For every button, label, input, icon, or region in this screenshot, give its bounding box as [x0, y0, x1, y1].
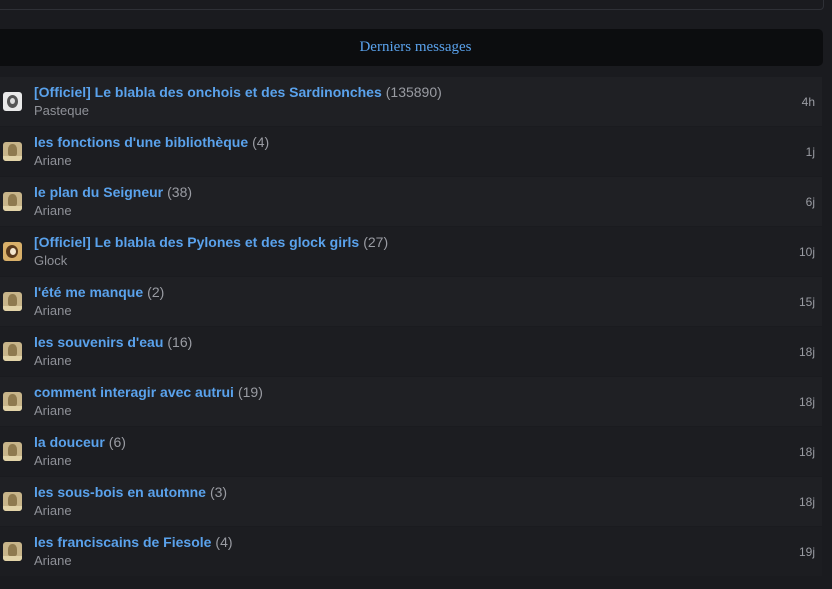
author-name[interactable]: Pasteque	[34, 103, 89, 118]
title-line: l'été me manque (2)	[34, 284, 164, 300]
topic-link[interactable]: les fonctions d'une bibliothèque	[34, 134, 248, 150]
author-name[interactable]: Ariane	[34, 353, 72, 368]
time-ago: 6j	[805, 195, 815, 209]
title-line: le plan du Seigneur (38)	[34, 184, 192, 200]
title-line: les fonctions d'une bibliothèque (4)	[34, 134, 269, 150]
time-ago: 18j	[798, 395, 815, 409]
topic-link[interactable]: comment interagir avec autrui	[34, 384, 234, 400]
message-count: (6)	[108, 434, 126, 450]
list-item: la douceur (6) Ariane 18j	[0, 427, 822, 476]
author-name[interactable]: Ariane	[34, 403, 72, 418]
avatar[interactable]	[3, 342, 22, 361]
list-item: les souvenirs d'eau (16) Ariane 18j	[0, 327, 822, 376]
author-name[interactable]: Ariane	[34, 153, 72, 168]
message-count: (38)	[167, 184, 193, 200]
message-count: (135890)	[385, 84, 442, 100]
top-panel	[0, 0, 824, 10]
avatar[interactable]	[3, 542, 22, 561]
title-line: comment interagir avec autrui (19)	[34, 384, 263, 400]
time-ago: 10j	[798, 245, 815, 259]
title-line: les franciscains de Fiesole (4)	[34, 534, 233, 550]
title-line: [Officiel] Le blabla des Pylones et des …	[34, 234, 388, 250]
topic-link[interactable]: le plan du Seigneur	[34, 184, 163, 200]
avatar[interactable]	[3, 492, 22, 511]
avatar[interactable]	[3, 292, 22, 311]
list-item: comment interagir avec autrui (19) Ariane…	[0, 377, 822, 426]
time-ago: 4h	[801, 95, 815, 109]
author-name[interactable]: Ariane	[34, 453, 72, 468]
list-item: les sous-bois en automne (3) Ariane 18j	[0, 477, 822, 526]
time-ago: 18j	[798, 495, 815, 509]
message-count: (4)	[252, 134, 270, 150]
avatar[interactable]	[3, 442, 22, 461]
list-item: [Officiel] Le blabla des onchois et des …	[0, 77, 822, 126]
topic-link[interactable]: les souvenirs d'eau	[34, 334, 163, 350]
author-name[interactable]: Glock	[34, 253, 67, 268]
avatar[interactable]	[3, 192, 22, 211]
avatar[interactable]	[3, 142, 22, 161]
avatar[interactable]	[3, 242, 22, 261]
recent-messages-list: [Officiel] Le blabla des onchois et des …	[0, 77, 822, 577]
topic-link[interactable]: la douceur	[34, 434, 105, 450]
section-title: Derniers messages	[359, 39, 472, 55]
title-line: la douceur (6)	[34, 434, 126, 450]
message-count: (2)	[147, 284, 165, 300]
title-line: les sous-bois en automne (3)	[34, 484, 227, 500]
topic-link[interactable]: [Officiel] Le blabla des onchois et des …	[34, 84, 382, 100]
topic-link[interactable]: l'été me manque	[34, 284, 143, 300]
topic-link[interactable]: les franciscains de Fiesole	[34, 534, 211, 550]
list-item: l'été me manque (2) Ariane 15j	[0, 277, 822, 326]
section-header: Derniers messages	[0, 29, 823, 66]
title-line: les souvenirs d'eau (16)	[34, 334, 192, 350]
message-count: (19)	[237, 384, 263, 400]
author-name[interactable]: Ariane	[34, 553, 72, 568]
list-item: [Officiel] Le blabla des Pylones et des …	[0, 227, 822, 276]
time-ago: 18j	[798, 345, 815, 359]
topic-link[interactable]: les sous-bois en automne	[34, 484, 206, 500]
list-item: les franciscains de Fiesole (4) Ariane 19…	[0, 527, 822, 576]
avatar[interactable]	[3, 92, 22, 111]
avatar[interactable]	[3, 392, 22, 411]
time-ago: 15j	[798, 295, 815, 309]
message-count: (4)	[215, 534, 233, 550]
time-ago: 19j	[798, 545, 815, 559]
list-item: les fonctions d'une bibliothèque (4) Aria…	[0, 127, 822, 176]
title-line: [Officiel] Le blabla des onchois et des …	[34, 84, 442, 100]
message-count: (16)	[167, 334, 193, 350]
time-ago: 18j	[798, 445, 815, 459]
author-name[interactable]: Ariane	[34, 303, 72, 318]
message-count: (27)	[363, 234, 389, 250]
list-item: le plan du Seigneur (38) Ariane 6j	[0, 177, 822, 226]
message-count: (3)	[209, 484, 228, 500]
author-name[interactable]: Ariane	[34, 203, 72, 218]
author-name[interactable]: Ariane	[34, 503, 72, 518]
topic-link[interactable]: [Officiel] Le blabla des Pylones et des …	[34, 234, 359, 250]
time-ago: 1j	[805, 145, 815, 159]
